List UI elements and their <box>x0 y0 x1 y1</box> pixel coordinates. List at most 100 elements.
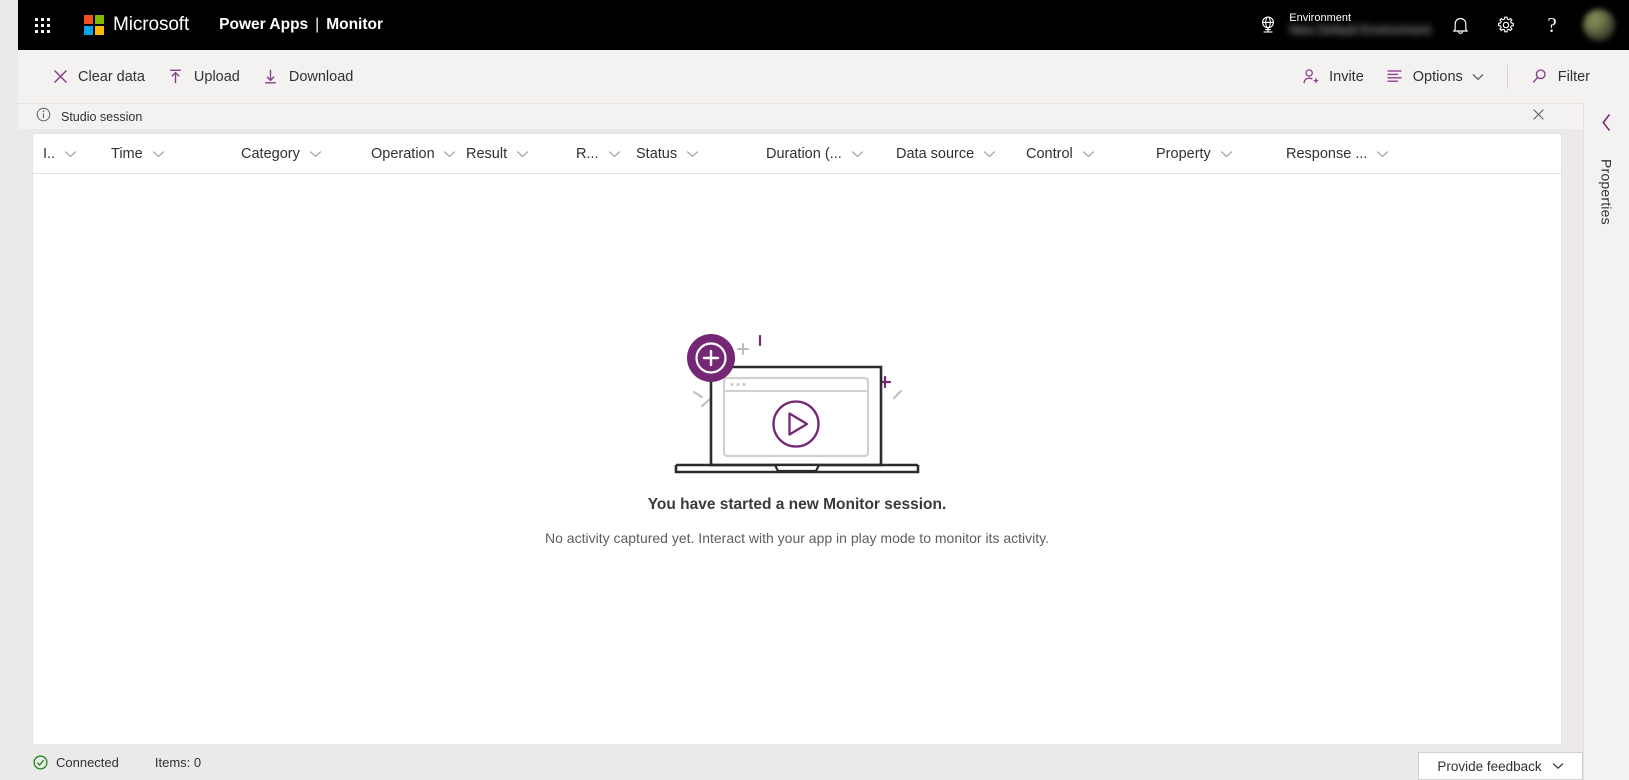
command-bar-left-group: Clear data Upload Download <box>18 58 364 96</box>
status-bar: Connected Items: 0 <box>18 744 1583 780</box>
upload-label: Upload <box>193 68 240 85</box>
grid-empty-state: You have started a new Monitor session. … <box>33 174 1561 744</box>
info-icon <box>36 107 51 127</box>
download-icon <box>262 68 280 86</box>
notifications-button[interactable] <box>1437 0 1483 50</box>
command-bar: Clear data Upload Download Invite Option… <box>18 50 1629 103</box>
column-label: Category <box>241 145 300 162</box>
chevron-down-icon <box>443 150 456 158</box>
column-header-time[interactable]: Time <box>101 134 231 174</box>
column-header-response[interactable]: Response ... <box>1276 134 1406 174</box>
empty-state-title: You have started a new Monitor session. <box>647 496 947 513</box>
column-header-r[interactable]: R... <box>566 134 626 174</box>
title-divider: | <box>315 16 320 33</box>
list-lines-icon <box>1386 68 1404 86</box>
column-label: Operation <box>371 145 434 162</box>
gear-icon <box>1496 15 1516 35</box>
chevron-down-icon <box>686 150 699 158</box>
column-header-category[interactable]: Category <box>231 134 361 174</box>
column-label: I.. <box>43 145 56 162</box>
message-bar-text: Studio session <box>61 109 143 124</box>
column-label: Response ... <box>1286 145 1368 162</box>
column-header-operation[interactable]: Operation <box>361 134 456 174</box>
page-name-text: Monitor <box>326 16 384 33</box>
chevron-down-icon <box>152 150 165 158</box>
microsoft-logo-icon <box>84 15 104 35</box>
search-icon <box>1531 68 1549 86</box>
options-label: Options <box>1412 68 1463 85</box>
column-header-control[interactable]: Control <box>1016 134 1146 174</box>
column-header-property[interactable]: Property <box>1146 134 1276 174</box>
environment-value: New Default Environment <box>1289 23 1431 38</box>
suite-header-right-group: Environment New Default Environment ? <box>1251 0 1629 50</box>
upload-button[interactable]: Upload <box>156 58 251 96</box>
chevron-down-icon <box>516 150 529 158</box>
chevron-down-icon <box>309 150 322 158</box>
chevron-left-icon <box>1601 113 1613 137</box>
monitor-app-window: Microsoft Power Apps | Monitor Environme… <box>0 0 1629 780</box>
question-mark-icon: ? <box>1547 12 1557 37</box>
message-bar-close-button[interactable] <box>1523 104 1553 130</box>
items-count-text: Items: 0 <box>154 754 202 770</box>
chevron-down-icon <box>1472 73 1484 81</box>
column-label: Data source <box>896 145 975 162</box>
invite-label: Invite <box>1329 68 1364 85</box>
monitor-events-grid: I.. Time Category Operation Result R... <box>32 133 1562 744</box>
column-header-data-source[interactable]: Data source <box>886 134 1016 174</box>
provide-feedback-button[interactable]: Provide feedback <box>1418 752 1583 780</box>
upload-icon <box>167 68 185 86</box>
chevron-down-icon <box>64 150 77 158</box>
properties-panel-title: Properties <box>1598 159 1615 225</box>
column-label: Property <box>1156 145 1211 162</box>
message-bar-content: Studio session <box>18 107 142 127</box>
chevron-down-icon <box>1376 150 1389 158</box>
environment-picker[interactable]: Environment New Default Environment <box>1251 0 1437 50</box>
chevron-down-icon <box>608 150 621 158</box>
column-header-index[interactable]: I.. <box>33 134 101 174</box>
avatar[interactable] <box>1583 9 1615 41</box>
provide-feedback-label: Provide feedback <box>1437 758 1542 774</box>
close-x-icon <box>51 68 69 86</box>
column-header-status[interactable]: Status <box>626 134 756 174</box>
filter-button[interactable]: Filter <box>1520 58 1601 96</box>
connection-status-text: Connected <box>56 754 119 770</box>
items-count: Items: 0 <box>155 755 201 770</box>
column-label: Control <box>1026 145 1073 162</box>
bell-icon <box>1451 15 1470 35</box>
app-title[interactable]: Power Apps | Monitor <box>219 16 383 34</box>
column-label: Time <box>111 145 143 162</box>
column-label: Result <box>466 145 508 162</box>
chevron-down-icon <box>983 150 996 158</box>
clear-data-button[interactable]: Clear data <box>40 58 156 96</box>
waffle-icon <box>34 17 50 33</box>
download-button[interactable]: Download <box>251 58 365 96</box>
message-bar: Studio session <box>18 103 1629 129</box>
window-left-edge <box>0 0 18 780</box>
command-bar-divider <box>1506 64 1508 89</box>
connection-status: Connected <box>32 754 119 770</box>
chevron-down-icon <box>1552 762 1564 770</box>
close-icon <box>1532 108 1545 126</box>
app-launcher-button[interactable] <box>18 0 66 50</box>
column-header-result[interactable]: Result <box>456 134 566 174</box>
microsoft-wordmark: Microsoft <box>113 14 190 35</box>
download-label: Download <box>288 68 354 85</box>
empty-state-subtitle: No activity captured yet. Interact with … <box>545 530 1049 546</box>
options-button[interactable]: Options <box>1375 58 1495 96</box>
filter-label: Filter <box>1557 68 1590 85</box>
properties-panel-rail: Properties <box>1583 103 1629 780</box>
column-label: Duration (... <box>766 145 842 162</box>
properties-expand-button[interactable] <box>1584 103 1629 147</box>
app-name-text: Power Apps <box>219 16 309 33</box>
command-bar-right-group: Invite Options Filter <box>1291 50 1629 103</box>
invite-button[interactable]: Invite <box>1291 58 1375 96</box>
check-circle-icon <box>32 754 48 770</box>
chevron-down-icon <box>1220 150 1233 158</box>
help-button[interactable]: ? <box>1529 0 1575 50</box>
new-session-laptop-play-illustration <box>672 320 922 480</box>
column-label: Status <box>636 145 678 162</box>
column-header-duration[interactable]: Duration (... <box>756 134 886 174</box>
grid-column-headers: I.. Time Category Operation Result R... <box>33 134 1561 174</box>
chevron-down-icon <box>851 150 864 158</box>
settings-button[interactable] <box>1483 0 1529 50</box>
